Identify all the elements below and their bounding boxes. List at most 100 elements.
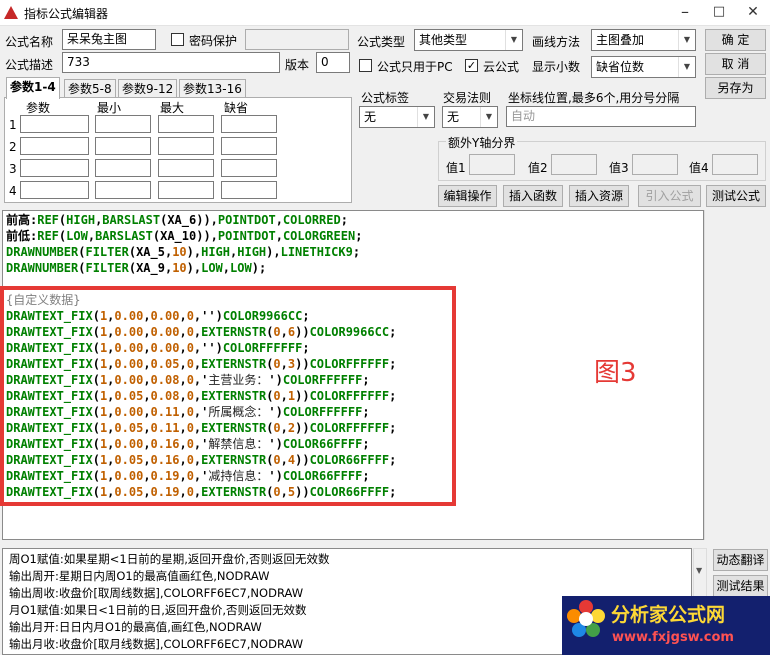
code-token: (XA_10)), <box>152 229 218 243</box>
param-header-max: 最大 <box>160 101 185 115</box>
code-token: ; <box>355 229 363 243</box>
value2-label: 值2 <box>528 161 548 175</box>
coord-line-input[interactable]: 自动 <box>506 106 696 127</box>
insert-function-button[interactable]: 插入函数 <box>503 185 563 207</box>
code-token: ), <box>186 261 202 275</box>
code-token: DRAWNUMBER <box>6 261 79 275</box>
editor-scrollbar[interactable] <box>704 210 716 540</box>
param-4-max[interactable] <box>158 181 214 199</box>
title-bar <box>0 0 770 26</box>
trade-rule-select[interactable]: 无 ▼ <box>442 106 498 128</box>
code-token: 前高: <box>6 213 38 227</box>
watermark-url: www.fxjgsw.com <box>612 630 734 645</box>
maximize-button[interactable]: □ <box>702 0 736 26</box>
decimals-label: 显示小数 <box>532 60 581 74</box>
param-3-name[interactable] <box>20 159 89 177</box>
help-line: 输出月开:日日内月O1的最高值,画红色,NODRAW <box>9 620 262 634</box>
value3-label: 值3 <box>609 161 629 175</box>
coord-line-label: 坐标线位置,最多6个,用分号分隔 <box>508 91 680 105</box>
cancel-button[interactable]: 取 消 <box>705 53 766 75</box>
pc-only-checkbox[interactable] <box>359 59 372 72</box>
param-2-max[interactable] <box>158 137 214 155</box>
formula-name-input[interactable]: 呆呆兔主图 <box>62 29 156 50</box>
param-4-name[interactable] <box>20 181 89 199</box>
param-1-min[interactable] <box>95 115 151 133</box>
chevron-down-icon: ▼ <box>417 107 434 127</box>
param-header-min: 最小 <box>97 101 122 115</box>
value4-label: 值4 <box>689 161 709 175</box>
watermark-brand: 分析家公式网 <box>611 604 726 626</box>
param-3-min[interactable] <box>95 159 151 177</box>
version-input[interactable]: 0 <box>316 52 350 73</box>
password-input[interactable] <box>245 29 349 50</box>
draw-method-select[interactable]: 主图叠加 ▼ <box>591 29 696 51</box>
param-4-min[interactable] <box>95 181 151 199</box>
param-1-default[interactable] <box>221 115 277 133</box>
code-token: POINTDOT <box>217 229 276 243</box>
cloud-formula-label: 云公式 <box>483 60 520 74</box>
code-token: LOW <box>201 261 223 275</box>
dynamic-translate-button[interactable]: 动态翻译 <box>713 549 768 571</box>
code-token: 前低: <box>6 229 38 243</box>
scroll-down-icon[interactable]: ▼ <box>696 566 702 575</box>
ok-button[interactable]: 确 定 <box>705 29 766 51</box>
chevron-down-icon: ▼ <box>505 30 522 50</box>
value1-label: 值1 <box>446 161 466 175</box>
close-button[interactable]: ✕ <box>736 0 770 26</box>
value3-input[interactable] <box>632 154 678 175</box>
decimals-select[interactable]: 缺省位数 ▼ <box>591 56 696 78</box>
value1-input[interactable] <box>469 154 515 175</box>
tab-params-9-12[interactable]: 参数9-12 <box>118 79 178 99</box>
tab-params-13-16[interactable]: 参数13-16 <box>179 79 246 99</box>
trade-rule-label: 交易法则 <box>443 91 492 105</box>
flower-logo-icon <box>567 600 605 637</box>
code-token: 10 <box>172 245 187 259</box>
formula-desc-label: 公式描述 <box>5 58 54 72</box>
code-line: DRAWNUMBER(FILTER(XA_9,10),LOW,LOW); <box>6 260 266 276</box>
param-4-default[interactable] <box>221 181 277 199</box>
tab-params-5-8[interactable]: 参数5-8 <box>64 79 116 99</box>
param-1-max[interactable] <box>158 115 214 133</box>
code-token: LOW <box>66 229 88 243</box>
cloud-formula-checkbox[interactable]: ✓ <box>465 59 478 72</box>
window-title: 指标公式编辑器 <box>24 7 109 21</box>
value4-input[interactable] <box>712 154 758 175</box>
param-3-default[interactable] <box>221 159 277 177</box>
test-result-button[interactable]: 测试结果 <box>713 575 768 597</box>
code-token: DRAWNUMBER <box>6 245 79 259</box>
draw-method-label: 画线方法 <box>532 35 581 49</box>
test-formula-button[interactable]: 测试公式 <box>706 185 766 207</box>
tab-params-1-4[interactable]: 参数1-4 <box>6 77 60 99</box>
code-token: , <box>275 229 283 243</box>
save-as-button[interactable]: 另存为 <box>705 77 766 99</box>
import-formula-button[interactable]: 引入公式 <box>638 185 701 207</box>
help-line: 月O1赋值:如果日<1日前的日,返回开盘价,否则返回无效数 <box>9 603 307 617</box>
param-3-max[interactable] <box>158 159 214 177</box>
value2-input[interactable] <box>551 154 597 175</box>
formula-type-select[interactable]: 其他类型 ▼ <box>414 29 523 51</box>
formula-tag-select[interactable]: 无 ▼ <box>359 106 435 128</box>
code-token: FILTER <box>85 261 129 275</box>
edit-ops-button[interactable]: 编辑操作 <box>438 185 497 207</box>
password-checkbox[interactable] <box>171 33 184 46</box>
code-token: HIGH <box>201 245 231 259</box>
insert-resource-button[interactable]: 插入资源 <box>569 185 629 207</box>
code-token: POINTDOT <box>217 213 276 227</box>
param-2-min[interactable] <box>95 137 151 155</box>
chevron-down-icon: ▼ <box>678 30 695 50</box>
param-header-default: 缺省 <box>224 101 249 115</box>
figure-annotation: 图3 <box>594 358 637 388</box>
param-row-number: 1 <box>9 118 17 132</box>
code-token: LINETHICK9 <box>280 245 353 259</box>
param-2-name[interactable] <box>20 137 89 155</box>
code-line: 前高:REF(HIGH,BARSLAST(XA_6)),POINTDOT,COL… <box>6 212 348 228</box>
param-2-default[interactable] <box>221 137 277 155</box>
param-1-name[interactable] <box>20 115 89 133</box>
formula-desc-input[interactable]: 733 <box>62 52 280 73</box>
minimize-button[interactable]: – <box>668 0 702 26</box>
chevron-down-icon: ▼ <box>480 107 497 127</box>
code-token: 10 <box>172 261 187 275</box>
help-line: 输出周开:星期日内周O1的最高值画红色,NODRAW <box>9 569 270 583</box>
code-token: BARSLAST <box>95 229 153 243</box>
code-line: DRAWNUMBER(FILTER(XA_5,10),HIGH,HIGH),LI… <box>6 244 360 260</box>
